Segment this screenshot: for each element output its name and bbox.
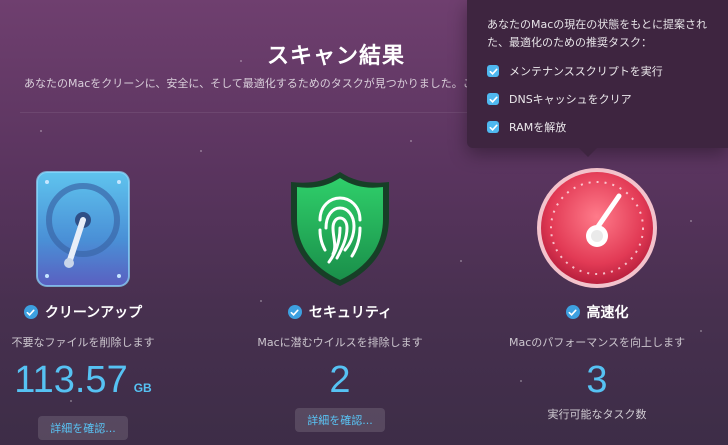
task-label: RAMを解放 xyxy=(509,121,567,134)
checkbox-checked-icon xyxy=(487,65,499,77)
recommended-tasks-tooltip: あなたのMacの現在の状態をもとに提案された、最適化のための推奨タスク： メンテ… xyxy=(467,0,728,157)
tooltip-text: あなたのMacの現在の状態をもとに提案された、最適化のための推奨タスク： xyxy=(487,18,708,49)
fingerprint-shield-icon xyxy=(230,160,450,290)
check-icon xyxy=(23,305,38,319)
task-label: DNSキャッシュをクリア xyxy=(509,93,632,106)
speed-title: 高速化 xyxy=(586,305,629,321)
task-item: メンテナンススクリプトを実行 xyxy=(487,63,663,79)
cleanup-details-button[interactable]: 詳細を確認... xyxy=(38,416,128,440)
speed-description: Macのパフォーマンスを向上します xyxy=(508,336,686,349)
security-description: Macに潜むウイルスを排除します xyxy=(257,336,423,349)
speedometer-icon xyxy=(487,160,707,290)
speed-task-count: 3 xyxy=(586,359,608,401)
task-label: メンテナンススクリプトを実行 xyxy=(509,65,663,78)
speed-section: 高速化 Macのパフォーマンスを向上します 3 実行可能なタスク数 xyxy=(487,160,707,422)
check-icon xyxy=(287,305,302,319)
cleanup-size-value: 113.57 GB xyxy=(14,359,152,401)
cleanup-title: クリーンアップ xyxy=(44,305,143,321)
check-icon xyxy=(565,305,580,319)
security-threat-count: 2 xyxy=(329,359,351,401)
security-details-button[interactable]: 詳細を確認... xyxy=(295,408,385,432)
hard-drive-icon xyxy=(0,160,193,290)
speed-task-caption: 実行可能なタスク数 xyxy=(547,408,647,421)
security-section: セキュリティ Macに潜むウイルスを排除します 2 詳細を確認... xyxy=(230,160,450,432)
cleanup-section: クリーンアップ 不要なファイルを削除します 113.57 GB 詳細を確認... xyxy=(0,160,193,440)
checkbox-checked-icon xyxy=(487,93,499,105)
task-item: RAMを解放 xyxy=(487,119,566,135)
task-item: DNSキャッシュをクリア xyxy=(487,91,632,107)
security-title: セキュリティ xyxy=(308,305,393,321)
checkbox-checked-icon xyxy=(487,121,499,133)
cleanup-description: 不要なファイルを削除します xyxy=(11,336,155,349)
